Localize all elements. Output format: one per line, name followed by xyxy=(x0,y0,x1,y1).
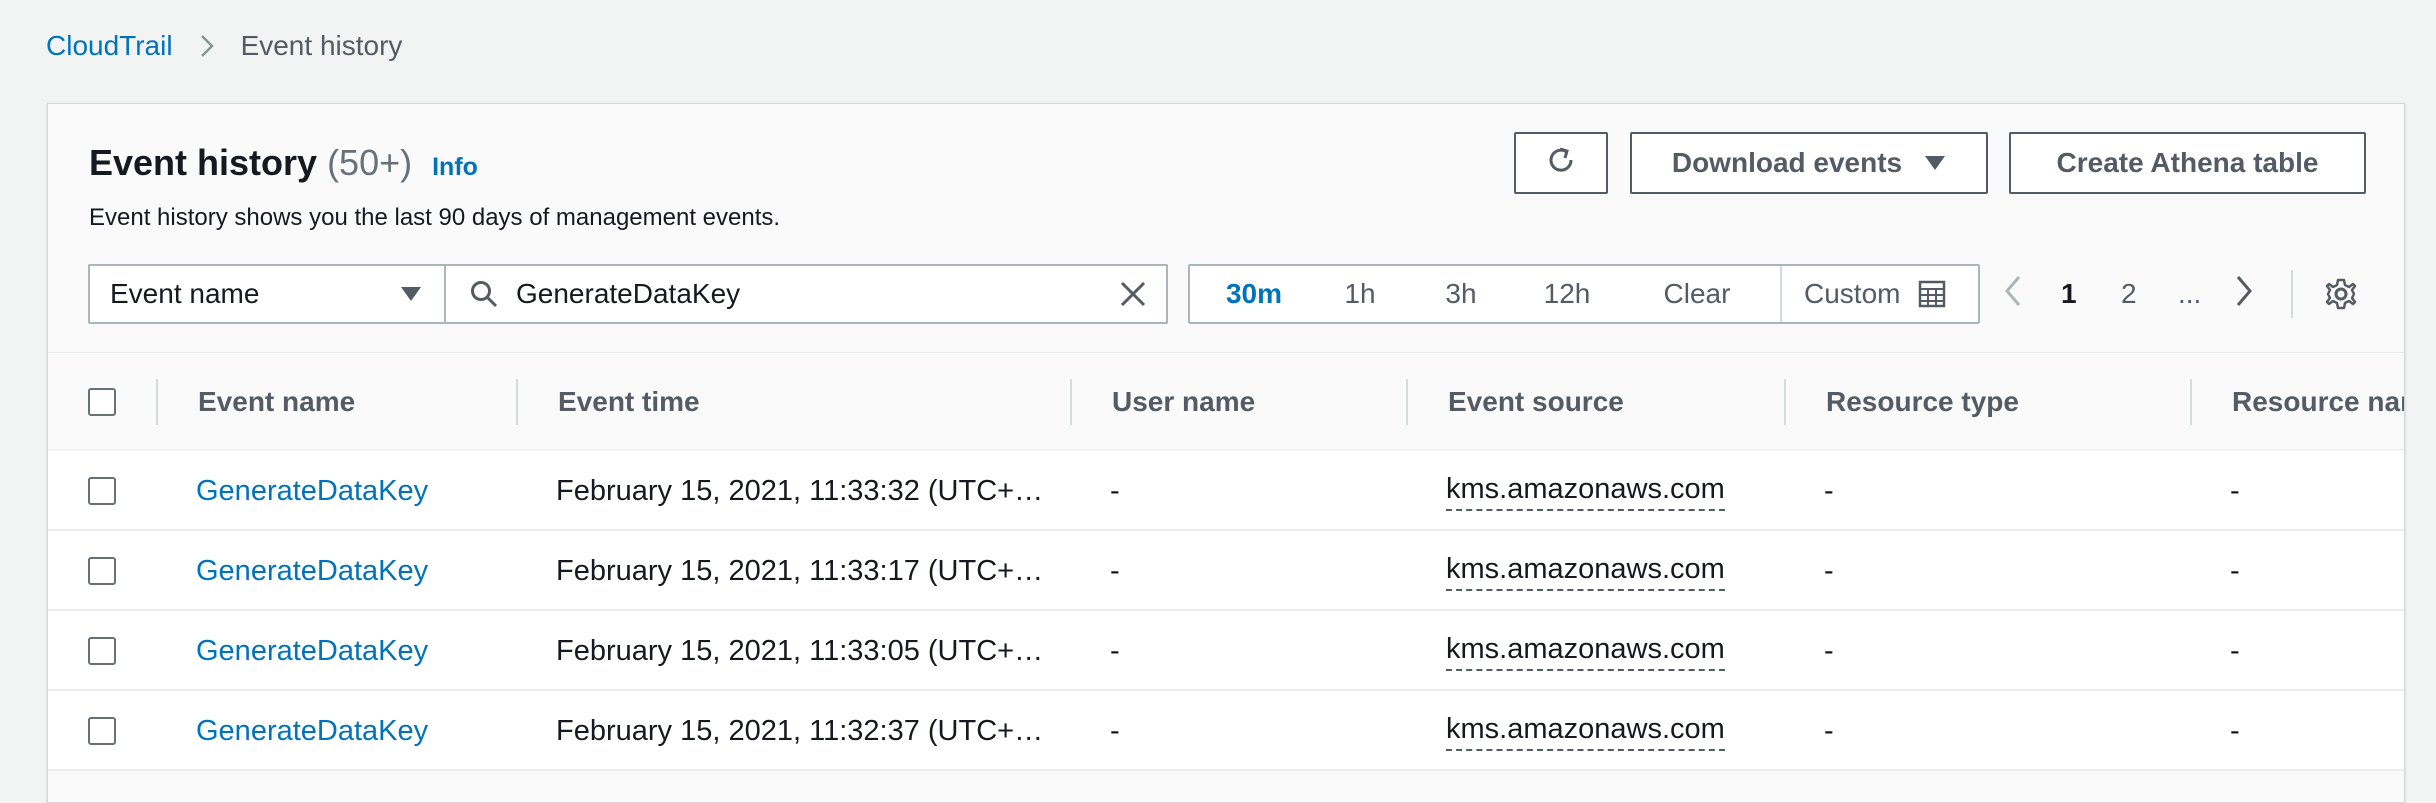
event-name-link[interactable]: GenerateDataKey xyxy=(196,531,428,611)
event-history-panel: Event history (50+) Info Event history s… xyxy=(47,103,2405,803)
event-source-value: kms.amazonaws.com xyxy=(1446,711,1725,751)
breadcrumb-current: Event history xyxy=(240,30,403,61)
event-count: (50+) xyxy=(327,142,413,183)
row-checkbox[interactable] xyxy=(88,557,116,585)
filter-attribute-value: Event name xyxy=(110,278,260,309)
table-header: Event name Event time User name Event so… xyxy=(48,352,2404,450)
chevron-left-icon xyxy=(2003,274,2023,315)
resource-name: - xyxy=(2230,714,2240,747)
resource-name: - xyxy=(2230,634,2240,667)
calendar-icon xyxy=(1918,280,1946,308)
column-header-event-source[interactable]: Event source xyxy=(1408,353,1624,451)
page-title: Event history xyxy=(89,142,318,183)
previous-page-button[interactable] xyxy=(2003,264,2023,324)
row-checkbox[interactable] xyxy=(88,717,116,745)
search-icon xyxy=(470,280,498,308)
range-3h[interactable]: 3h xyxy=(1402,266,1520,322)
table-row[interactable]: GenerateDataKey February 15, 2021, 11:33… xyxy=(48,611,2404,691)
page-2-button[interactable]: 2 xyxy=(2121,264,2137,324)
user-name: - xyxy=(1110,714,1120,747)
create-athena-table-button[interactable]: Create Athena table xyxy=(2009,132,2366,194)
event-name-link[interactable]: GenerateDataKey xyxy=(196,611,428,691)
range-custom[interactable]: Custom xyxy=(1780,266,1978,322)
event-name-link[interactable]: GenerateDataKey xyxy=(196,451,428,531)
gear-icon xyxy=(2324,277,2358,316)
event-source[interactable]: kms.amazonaws.com xyxy=(1446,611,1725,691)
table-row[interactable]: GenerateDataKey February 15, 2021, 11:33… xyxy=(48,531,2404,611)
select-all-checkbox[interactable] xyxy=(88,388,116,416)
search-input[interactable]: GenerateDataKey xyxy=(446,264,1168,324)
user-name: - xyxy=(1110,634,1120,667)
divider xyxy=(2291,270,2293,318)
event-source[interactable]: kms.amazonaws.com xyxy=(1446,451,1725,531)
user-name: - xyxy=(1110,554,1120,587)
row-checkbox[interactable] xyxy=(88,477,116,505)
caret-down-icon xyxy=(1924,155,1946,171)
page-description: Event history shows you the last 90 days… xyxy=(89,204,781,231)
event-source[interactable]: kms.amazonaws.com xyxy=(1446,531,1725,611)
range-1h[interactable]: 1h xyxy=(1318,266,1402,322)
column-header-event-name[interactable]: Event name xyxy=(158,353,355,451)
column-header-user-name[interactable]: User name xyxy=(1072,353,1255,451)
search-value: GenerateDataKey xyxy=(516,278,741,309)
event-source-value: kms.amazonaws.com xyxy=(1446,631,1725,671)
event-time: February 15, 2021, 11:33:05 (UTC+… xyxy=(556,634,1044,667)
settings-button[interactable] xyxy=(2324,277,2358,316)
breadcrumb-cloudtrail-link[interactable]: CloudTrail xyxy=(46,30,173,62)
resource-type: - xyxy=(1824,714,1834,747)
title-row: Event history (50+) Info xyxy=(89,142,478,184)
range-12h[interactable]: 12h xyxy=(1520,266,1614,322)
chevron-right-icon xyxy=(2234,274,2254,315)
panel-header: Event history (50+) Info Event history s… xyxy=(48,104,2404,352)
event-time: February 15, 2021, 11:33:32 (UTC+… xyxy=(556,474,1044,507)
page-1-button[interactable]: 1 xyxy=(2061,264,2077,324)
column-header-resource-type[interactable]: Resource type xyxy=(1786,353,2019,451)
info-link[interactable]: Info xyxy=(432,153,478,182)
event-time: February 15, 2021, 11:32:37 (UTC+… xyxy=(556,714,1044,747)
download-events-button[interactable]: Download events xyxy=(1630,132,1988,194)
refresh-icon xyxy=(1544,143,1578,184)
user-name: - xyxy=(1110,474,1120,507)
resource-name: - xyxy=(2230,554,2240,587)
event-name-link[interactable]: GenerateDataKey xyxy=(196,691,428,771)
time-range-selector: 30m 1h 3h 12h Clear Custom xyxy=(1188,264,1980,324)
page-ellipsis: ... xyxy=(2178,278,2202,309)
caret-down-icon xyxy=(400,286,422,302)
breadcrumb: CloudTrail Event history xyxy=(46,30,402,62)
resource-name: - xyxy=(2230,474,2240,507)
close-icon[interactable] xyxy=(1118,279,1148,309)
table-row[interactable]: GenerateDataKey February 15, 2021, 11:33… xyxy=(48,451,2404,531)
column-header-resource-name[interactable]: Resource nam xyxy=(2192,353,2404,451)
next-page-button[interactable] xyxy=(2234,264,2254,324)
event-source[interactable]: kms.amazonaws.com xyxy=(1446,691,1725,771)
refresh-button[interactable] xyxy=(1514,132,1608,194)
column-header-event-time[interactable]: Event time xyxy=(518,353,700,451)
range-30m[interactable]: 30m xyxy=(1190,266,1318,322)
event-source-value: kms.amazonaws.com xyxy=(1446,471,1725,511)
chevron-right-icon xyxy=(199,32,215,60)
download-events-label: Download events xyxy=(1671,147,1903,178)
event-time: February 15, 2021, 11:33:17 (UTC+… xyxy=(556,554,1044,587)
row-checkbox[interactable] xyxy=(88,637,116,665)
event-source-value: kms.amazonaws.com xyxy=(1446,551,1725,591)
resource-type: - xyxy=(1824,634,1834,667)
table-row[interactable]: GenerateDataKey February 15, 2021, 11:32… xyxy=(48,691,2404,771)
filter-attribute-select[interactable]: Event name xyxy=(88,264,446,324)
range-clear[interactable]: Clear xyxy=(1614,266,1780,322)
resource-type: - xyxy=(1824,554,1834,587)
resource-type: - xyxy=(1824,474,1834,507)
range-custom-label: Custom xyxy=(1804,278,1901,309)
